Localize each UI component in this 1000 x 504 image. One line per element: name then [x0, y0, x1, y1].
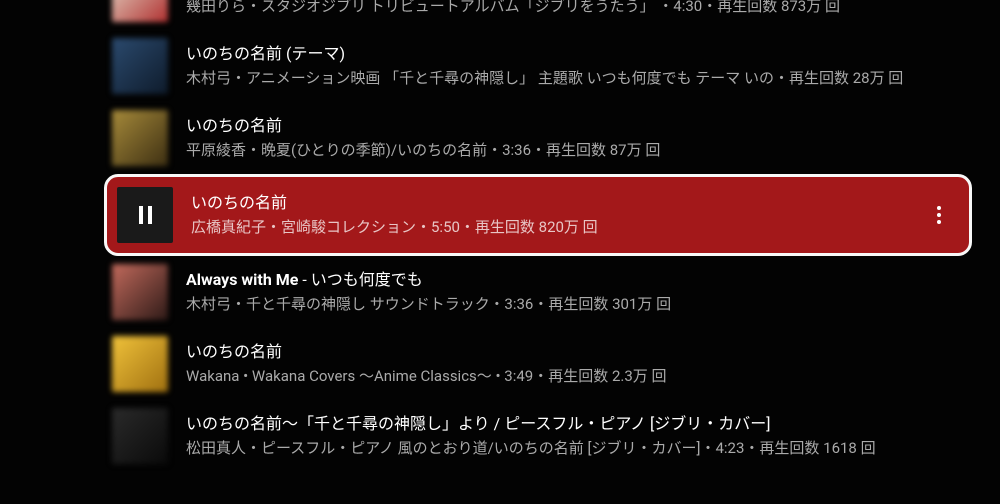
thumbnail — [112, 264, 168, 320]
track-row[interactable]: いのちの名前 (テーマ) 木村弓・アニメーション映画 「千と千尋の神隠し」 主題… — [112, 30, 1000, 102]
thumbnail — [112, 110, 168, 166]
track-title: いのちの名前 — [191, 192, 915, 214]
pause-icon — [139, 206, 152, 224]
track-title: いのちの名前 — [186, 115, 980, 137]
track-title: いのちの名前～「千と千尋の神隠し」より / ピースフル・ピアノ [ジブリ・カバー… — [186, 413, 980, 435]
track-row[interactable]: Always with Me - いつも何度でも 木村弓・千と千尋の神隠し サウ… — [112, 256, 1000, 328]
thumbnail — [112, 336, 168, 392]
track-meta: いのちの名前 (テーマ) 木村弓・アニメーション映画 「千と千尋の神隠し」 主題… — [186, 43, 980, 89]
track-subtitle: 木村弓・アニメーション映画 「千と千尋の神隠し」 主題歌 いつも何度でも テーマ… — [186, 67, 980, 89]
thumbnail — [112, 408, 168, 464]
track-meta: いのちの名前 平原綾香・晩夏(ひとりの季節)/いのちの名前・3:36・再生回数 … — [186, 115, 980, 161]
track-subtitle: 平原綾香・晩夏(ひとりの季節)/いのちの名前・3:36・再生回数 87万 回 — [186, 139, 980, 161]
track-title-rest: - いつも何度でも — [298, 270, 422, 289]
track-meta: Always with Me - いつも何度でも 木村弓・千と千尋の神隠し サウ… — [186, 269, 980, 315]
track-subtitle: Wakana • Wakana Covers ～Anime Classics～ … — [186, 365, 980, 387]
track-subtitle: 広橋真紀子・宮崎駿コレクション・5:50・再生回数 820万 回 — [191, 216, 915, 238]
track-subtitle: 幾田りら・スタジオジブリ トリビュートアルバム「ジブリをうたう」 ・4:30・再… — [186, 0, 980, 17]
track-row-active[interactable]: いのちの名前 広橋真紀子・宮崎駿コレクション・5:50・再生回数 820万 回 — [104, 174, 972, 256]
thumbnail-playing — [117, 187, 173, 243]
more-menu-button[interactable] — [927, 203, 951, 227]
track-row[interactable]: いのちの名前～「千と千尋の神隠し」より / ピースフル・ピアノ [ジブリ・カバー… — [112, 400, 1000, 472]
thumbnail — [112, 0, 168, 22]
thumbnail — [112, 38, 168, 94]
track-meta: いのちの名前 広橋真紀子・宮崎駿コレクション・5:50・再生回数 820万 回 — [191, 192, 915, 238]
track-meta: いのちの名前～「千と千尋の神隠し」より / ピースフル・ピアノ [ジブリ・カバー… — [186, 413, 980, 459]
track-row[interactable]: いのちの名前 Wakana • Wakana Covers ～Anime Cla… — [112, 328, 1000, 400]
track-row[interactable]: いのちの名前 幾田りら・スタジオジブリ トリビュートアルバム「ジブリをうたう」 … — [112, 0, 1000, 30]
track-title: いのちの名前 (テーマ) — [186, 43, 980, 65]
track-subtitle: 木村弓・千と千尋の神隠し サウンドトラック・3:36・再生回数 301万 回 — [186, 293, 980, 315]
track-row[interactable]: いのちの名前 平原綾香・晩夏(ひとりの季節)/いのちの名前・3:36・再生回数 … — [112, 102, 1000, 174]
track-title: いのちの名前 — [186, 341, 980, 363]
track-meta: いのちの名前 Wakana • Wakana Covers ～Anime Cla… — [186, 341, 980, 387]
track-subtitle: 松田真人・ピースフル・ピアノ 風のとおり道/いのちの名前 [ジブリ・カバー]・4… — [186, 437, 980, 459]
track-title-main: Always with Me — [186, 270, 298, 289]
track-list: いのちの名前 幾田りら・スタジオジブリ トリビュートアルバム「ジブリをうたう」 … — [0, 0, 1000, 472]
track-title: Always with Me - いつも何度でも — [186, 269, 980, 291]
track-meta: いのちの名前 幾田りら・スタジオジブリ トリビュートアルバム「ジブリをうたう」 … — [186, 0, 980, 17]
